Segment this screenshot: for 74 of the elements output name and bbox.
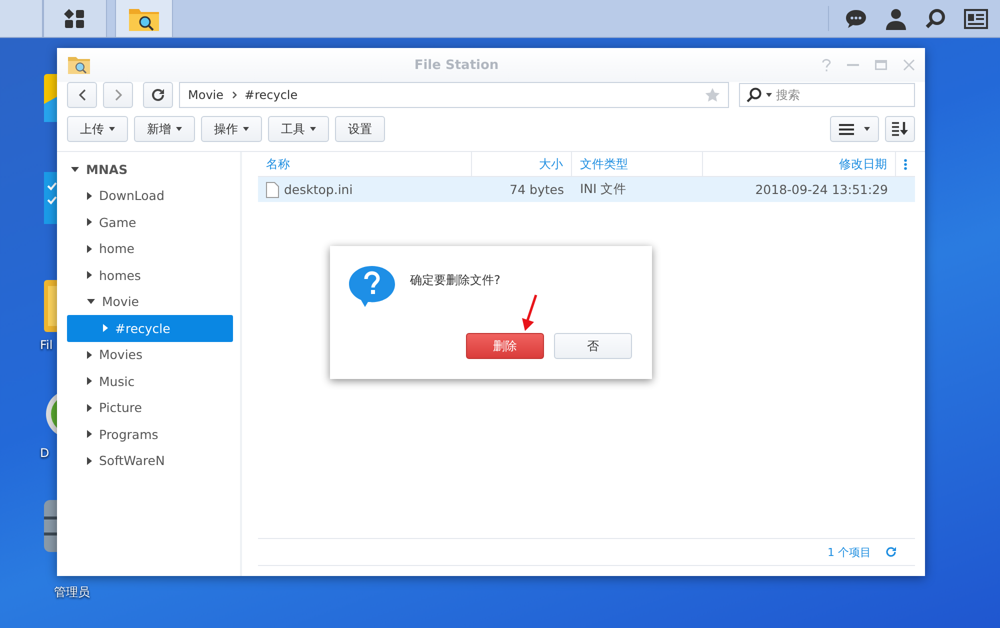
- table-cell-text: 74 bytes: [508, 181, 565, 199]
- expand-arrow-icon[interactable]: [87, 271, 92, 280]
- expand-arrow-icon[interactable]: [87, 218, 92, 226]
- delete-button[interactable]: 删除: [466, 333, 544, 359]
- cancel-button[interactable]: 否: [554, 333, 632, 359]
- breadcrumb[interactable]: #recycle: [244, 88, 298, 102]
- sort-icon: [892, 122, 908, 136]
- star-icon[interactable]: [705, 88, 720, 102]
- folder-search-icon: [67, 55, 91, 75]
- forward-icon: [114, 89, 122, 101]
- chat-icon[interactable]: [845, 8, 867, 28]
- annotation-arrow-icon: [520, 294, 538, 332]
- folder-tree-item[interactable]: #recycle: [67, 315, 233, 342]
- folder-tree-item[interactable]: homes: [67, 262, 233, 288]
- folder-tree-item[interactable]: Programs: [67, 421, 233, 448]
- toolbar-button[interactable]: 操作: [201, 116, 262, 142]
- toolbar-button[interactable]: 工具: [268, 116, 329, 142]
- folder-tree-item[interactable]: Movies: [67, 342, 233, 368]
- column-header[interactable]: 大小: [472, 152, 572, 176]
- expand-arrow-icon[interactable]: [87, 350, 92, 359]
- file-icon: [266, 182, 279, 198]
- refresh-icon[interactable]: [885, 546, 897, 558]
- desktop-icon-label: 管理员: [54, 584, 90, 601]
- table-cell-text: INI 文件: [579, 180, 628, 198]
- file-row[interactable]: desktop.ini 74 bytes INI 文件 2018-09-24 13:51:29: [258, 177, 915, 202]
- folder-tree-item[interactable]: SoftWareN: [67, 448, 233, 474]
- folder-tree-item[interactable]: Picture: [67, 394, 233, 421]
- toolbar-button[interactable]: 设置: [335, 116, 385, 142]
- expand-arrow-icon[interactable]: [87, 430, 92, 438]
- chevron-right-icon: [232, 91, 237, 99]
- table-cell-text: 2018-09-24 13:51:29: [754, 181, 889, 199]
- column-header[interactable]: 名称: [258, 152, 472, 176]
- sort-button[interactable]: [885, 116, 915, 142]
- search-icon[interactable]: [746, 87, 762, 103]
- grid-icon: [64, 8, 86, 28]
- desktop-icon-label: D: [40, 446, 50, 460]
- id-card-icon[interactable]: [964, 8, 988, 28]
- desktop-icon-label: Fil: [40, 338, 53, 352]
- user-icon[interactable]: [885, 8, 907, 30]
- folder-tree-item[interactable]: Music: [67, 368, 233, 394]
- breadcrumb[interactable]: Movie: [188, 88, 224, 102]
- folder-tree-item[interactable]: Movie: [67, 288, 233, 315]
- refresh-button[interactable]: [143, 82, 173, 108]
- dialog-message: 确定要删除文件?: [410, 272, 500, 289]
- toolbar-button[interactable]: 新增: [134, 116, 195, 142]
- refresh-icon: [151, 88, 165, 102]
- folder-tree-item[interactable]: DownLoad: [67, 182, 233, 209]
- item-count: 1 个项目: [828, 544, 871, 560]
- expand-arrow-icon[interactable]: [87, 244, 92, 253]
- folder-tree-item[interactable]: home: [67, 236, 233, 262]
- list-icon: [839, 124, 854, 134]
- path-field[interactable]: Movie #recycle: [179, 82, 729, 108]
- question-bubble-icon: [348, 264, 396, 308]
- search-input[interactable]: 搜索: [776, 88, 908, 102]
- expand-arrow-icon[interactable]: [87, 404, 92, 412]
- view-mode-button[interactable]: [830, 116, 879, 142]
- expand-arrow-icon[interactable]: [87, 192, 92, 200]
- column-header[interactable]: 修改日期: [703, 152, 896, 176]
- collapse-arrow-icon[interactable]: [71, 166, 79, 172]
- toolbar-button[interactable]: 上传: [67, 116, 128, 142]
- file-station-taskbar-button[interactable]: [115, 0, 173, 37]
- expand-arrow-icon[interactable]: [87, 377, 92, 386]
- collapse-arrow-icon[interactable]: [87, 299, 95, 304]
- folder-tree-item[interactable]: Game: [67, 209, 233, 236]
- main-menu-button[interactable]: [43, 0, 107, 37]
- search-field[interactable]: 搜索: [739, 83, 915, 107]
- search-icon[interactable]: [925, 8, 946, 29]
- column-header[interactable]: 文件类型: [572, 152, 703, 176]
- back-button[interactable]: [67, 82, 97, 108]
- expand-arrow-icon[interactable]: [87, 456, 92, 465]
- folder-tree-item[interactable]: MNAS: [67, 156, 233, 182]
- window-title: File Station: [413, 58, 500, 72]
- table-cell: desktop.ini: [258, 177, 472, 202]
- back-icon: [78, 89, 86, 101]
